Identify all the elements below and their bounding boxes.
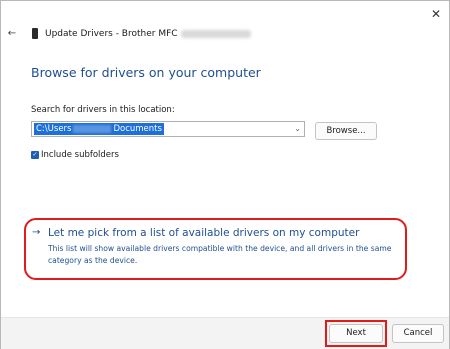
title-bar: ← Update Drivers - Brother MFC ✕ (1, 1, 449, 39)
path-suffix: Documents (113, 124, 162, 134)
page-heading: Browse for drivers on your computer (31, 65, 261, 80)
next-button[interactable]: Next (329, 324, 383, 343)
search-location-label: Search for drivers in this location: (31, 105, 175, 115)
search-path-selected-text[interactable]: C:\Users Documents (34, 123, 164, 135)
window-title-text: Update Drivers - Brother MFC (45, 29, 178, 39)
back-arrow-icon[interactable]: ← (5, 27, 19, 41)
chevron-down-icon[interactable]: ⌄ (294, 123, 301, 135)
right-arrow-icon: → (32, 227, 41, 238)
include-subfolders-checkbox[interactable]: ✓ (31, 151, 39, 159)
update-drivers-window: ← Update Drivers - Brother MFC ✕ Browse … (0, 0, 450, 349)
printer-device-icon (32, 28, 38, 39)
include-subfolders-label[interactable]: Include subfolders (41, 150, 119, 160)
redacted-username (73, 125, 112, 133)
browse-button[interactable]: Browse... (315, 122, 377, 140)
close-icon[interactable]: ✕ (427, 5, 445, 23)
window-title: Update Drivers - Brother MFC (45, 29, 251, 39)
redacted-model-name (180, 30, 251, 38)
checkmark-icon: ✓ (32, 151, 38, 158)
search-path-combobox[interactable]: C:\Users Documents ⌄ (31, 121, 305, 137)
pick-from-list-description: This list will show available drivers co… (48, 244, 392, 265)
pick-from-list-link[interactable]: Let me pick from a list of available dri… (48, 227, 359, 239)
path-prefix: C:\Users (36, 124, 72, 134)
cancel-button[interactable]: Cancel (392, 324, 444, 343)
